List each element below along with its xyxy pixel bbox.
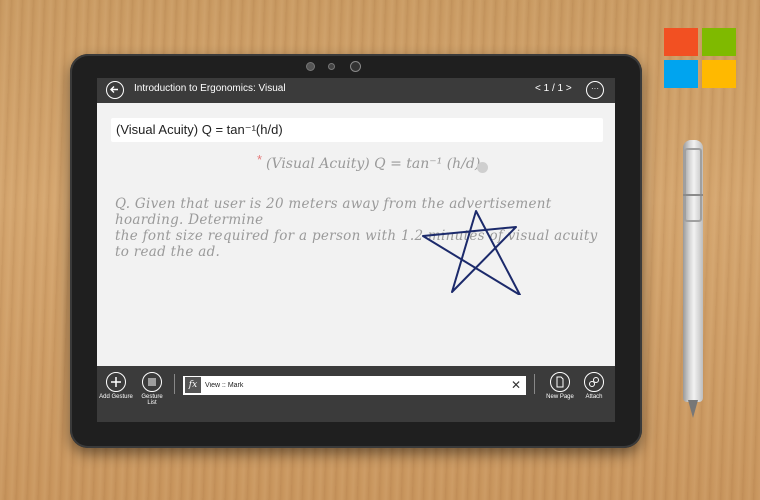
asterisk-mark: * [257, 152, 263, 167]
gesture-list-button[interactable]: Gesture List [137, 372, 167, 406]
camera-sensor [328, 63, 335, 70]
function-icon: fx [185, 377, 201, 393]
windows-logo [664, 28, 736, 88]
formula-display: (Visual Acuity) Q = tan⁻¹(h/d) [111, 118, 603, 142]
stylus-ring [683, 194, 703, 196]
back-button[interactable] [106, 81, 124, 99]
page-title: Introduction to Ergonomics: Visual [134, 83, 286, 94]
more-options-button[interactable]: ··· [586, 81, 604, 99]
logo-square-blue [664, 60, 698, 88]
tablet-device: Introduction to Ergonomics: Visual < 1 /… [70, 54, 642, 448]
app-header: Introduction to Ergonomics: Visual < 1 /… [97, 78, 615, 103]
front-camera [350, 61, 361, 72]
handwritten-formula: (Visual Acuity) Q = tan⁻¹ (h/d) [266, 156, 481, 172]
star-gesture-stroke [422, 210, 521, 295]
command-input[interactable] [205, 376, 505, 395]
pen-cursor [477, 162, 488, 173]
add-gesture-label: Add Gesture [99, 394, 133, 400]
attach-button[interactable]: Attach [579, 372, 609, 400]
back-arrow-icon [110, 86, 118, 93]
camera-sensor [306, 62, 315, 71]
new-page-button[interactable]: New Page [545, 372, 575, 400]
handwritten-question-line: the font size required for a person with… [115, 228, 598, 260]
handwritten-question-line: Q. Given that user is 20 meters away fro… [115, 196, 552, 228]
link-icon [584, 372, 604, 392]
stylus-clip [684, 148, 702, 222]
attach-label: Attach [585, 394, 603, 400]
stylus-tip [688, 400, 698, 418]
add-gesture-button[interactable]: Add Gesture [98, 372, 134, 400]
gesture-list-label: Gesture List [141, 394, 163, 406]
toolbar-divider [534, 374, 535, 394]
bottom-toolbar: Add Gesture Gesture List fx ✕ [97, 366, 615, 422]
page-icon [550, 372, 570, 392]
page-navigator[interactable]: < 1 / 1 > [535, 83, 572, 94]
command-box[interactable]: fx ✕ [183, 376, 526, 395]
logo-square-red [664, 28, 698, 56]
plus-icon [106, 372, 126, 392]
toolbar-divider [174, 374, 175, 394]
app-screen: Introduction to Ergonomics: Visual < 1 /… [97, 78, 615, 422]
logo-square-yellow [702, 60, 736, 88]
clear-icon[interactable]: ✕ [511, 378, 521, 392]
list-icon [142, 372, 162, 392]
new-page-label: New Page [546, 394, 574, 400]
desk-scene: Introduction to Ergonomics: Visual < 1 /… [0, 0, 760, 500]
logo-square-green [702, 28, 736, 56]
